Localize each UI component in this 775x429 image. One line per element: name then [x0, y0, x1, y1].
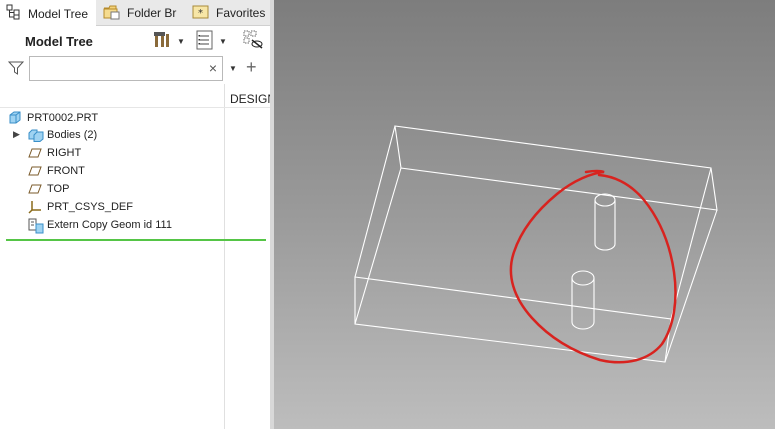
tree-columns-button[interactable]: ▼ [196, 30, 227, 53]
tree-item-front[interactable]: FRONT [28, 162, 85, 180]
tree-item-top[interactable]: TOP [28, 180, 69, 198]
tree-title: Model Tree [25, 34, 93, 49]
part-icon [8, 111, 22, 125]
tree-item-right[interactable]: RIGHT [28, 144, 81, 162]
tab-model-tree[interactable]: Model Tree [0, 0, 96, 27]
tab-label: Model Tree [28, 6, 89, 21]
graphics-viewport[interactable] [274, 0, 775, 429]
tree-item-label: RIGHT [47, 147, 82, 159]
show-hide-icon [243, 30, 265, 53]
tree-item-label: TOP [47, 183, 70, 195]
search-field-container: × [29, 56, 223, 81]
tree-item-extern-copy-geom[interactable]: Extern Copy Geom id 111 [28, 216, 172, 234]
settings-tools-button[interactable]: ▼ [152, 31, 185, 51]
tree-item-label: Extern Copy Geom id 111 [47, 219, 172, 231]
filter-row: × ▼ + [0, 55, 270, 83]
model-wireframe [354, 125, 718, 364]
tree-columns-icon [196, 30, 214, 53]
add-filter-icon[interactable]: + [246, 57, 257, 78]
chevron-down-icon: ▼ [219, 36, 227, 46]
clear-icon[interactable]: × [209, 60, 217, 76]
column-header-design[interactable]: DESIGN [230, 92, 270, 106]
copy-geom-icon [28, 218, 44, 234]
tree-item-label: Bodies (2) [47, 129, 98, 141]
tab-label: Favorites [216, 6, 266, 20]
svg-text:*: * [198, 8, 203, 19]
tree-header: Model Tree ▼ ▼ [0, 27, 270, 55]
model-tree-icon [6, 4, 22, 23]
tree-item-bodies[interactable]: Bodies (2) [28, 126, 97, 144]
tree-item-part[interactable]: PRT0002.PRT [8, 109, 98, 127]
datum-plane-icon [28, 182, 42, 196]
tree-item-label: PRT0002.PRT [27, 112, 99, 124]
expand-arrow-icon[interactable]: ▶ [13, 129, 20, 140]
tree-item-label: FRONT [47, 165, 85, 177]
favorites-icon: * [192, 4, 210, 23]
show-hide-button[interactable] [243, 30, 265, 53]
header-separator [0, 107, 270, 108]
red-annotation-circle [509, 169, 677, 364]
navigator-tabbar: Model Tree Folder Br * Favorites [0, 0, 270, 27]
insert-here-marker[interactable] [6, 239, 266, 241]
datum-plane-icon [28, 146, 42, 160]
datum-plane-icon [28, 164, 42, 178]
tree-item-csys[interactable]: PRT_CSYS_DEF [28, 198, 133, 216]
filter-icon[interactable] [7, 60, 25, 79]
folder-browser-icon [103, 4, 121, 23]
tab-folder-browser[interactable]: Folder Br [100, 0, 180, 26]
chevron-down-icon: ▼ [177, 36, 185, 46]
chevron-down-icon[interactable]: ▼ [229, 64, 237, 73]
search-input[interactable] [34, 57, 204, 79]
bodies-icon [28, 128, 44, 142]
settings-tools-icon [152, 30, 172, 53]
column-divider[interactable] [224, 84, 225, 429]
tab-favorites[interactable]: * Favorites [189, 0, 270, 26]
model-tree-panel: Model Tree Folder Br * Favorites Model T… [0, 0, 270, 429]
coordinate-system-icon [28, 200, 42, 214]
tree-item-label: PRT_CSYS_DEF [47, 201, 133, 213]
tab-label: Folder Br [127, 6, 177, 20]
